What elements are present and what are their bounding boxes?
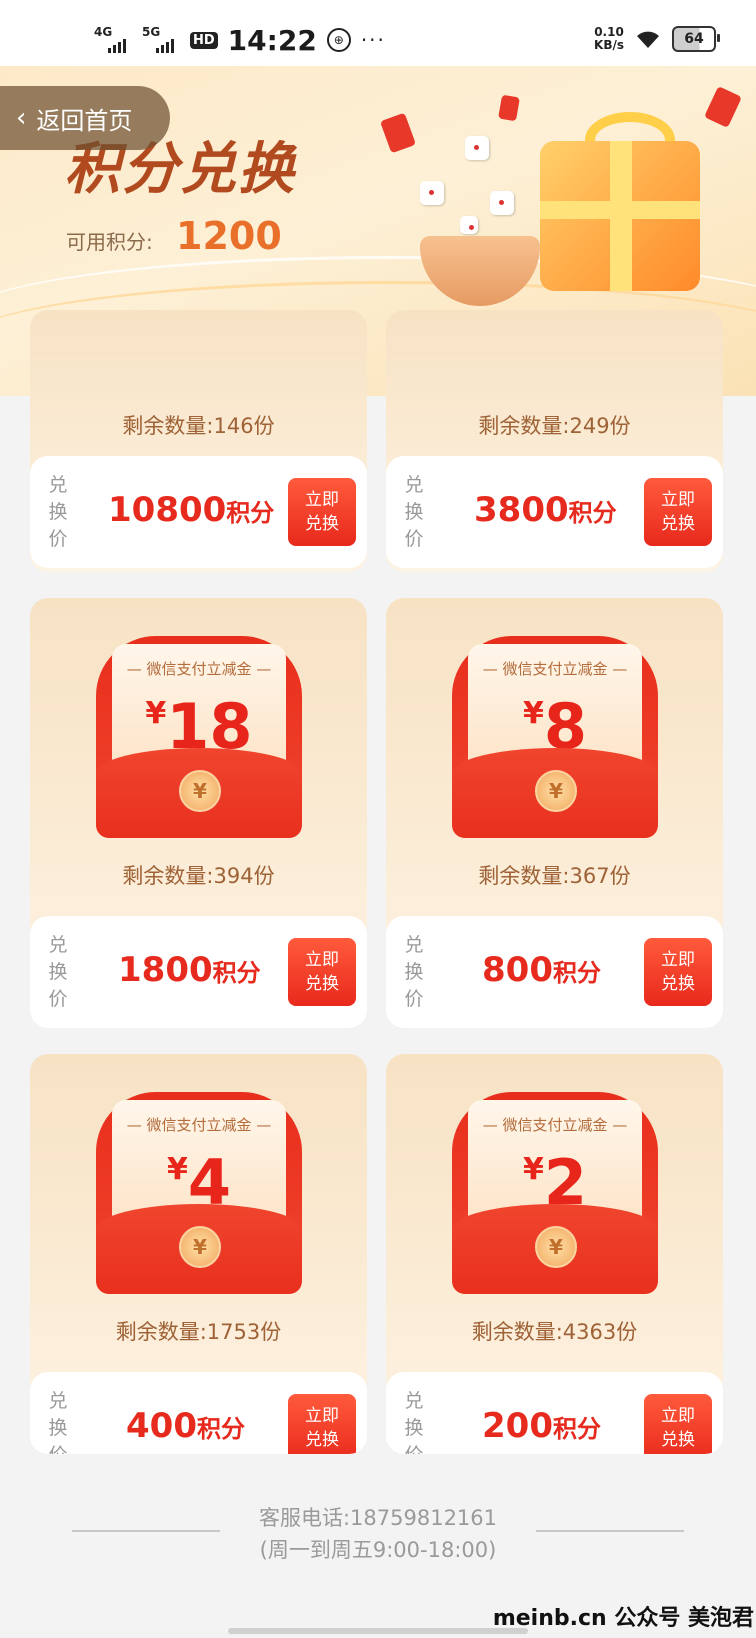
- price-value: 400积分: [126, 1406, 245, 1446]
- signal-5g-icon: 5G: [142, 25, 180, 55]
- price-row: 兑换价 10800积分 立即兑换: [30, 456, 367, 568]
- status-right: 0.10 KB/s 64: [594, 25, 720, 52]
- coupon-title: — 微信支付立减金 —: [126, 660, 272, 678]
- yen-coin-icon: ¥: [535, 770, 577, 812]
- redeem-button[interactable]: 立即兑换: [644, 938, 712, 1006]
- dice-icon: [490, 191, 514, 215]
- reward-card: — 微信支付立减金 — ¥18 ¥ 剩余数量:394份 兑换价 1800积分 立…: [30, 598, 367, 1028]
- coupon-title: — 微信支付立减金 —: [482, 1116, 628, 1134]
- redeem-button[interactable]: 立即兑换: [644, 478, 712, 546]
- reward-card: — 微信支付立减金 — ¥4 ¥ 剩余数量:1753份 兑换价 400积分 立即…: [30, 1054, 367, 1454]
- points-label: 可用积分:: [66, 230, 153, 254]
- redeem-button[interactable]: 立即兑换: [288, 478, 356, 546]
- stock-remaining: 剩余数量:4363份: [471, 1320, 638, 1344]
- gift-ribbon: [540, 201, 700, 219]
- dice-icon: [460, 216, 478, 234]
- chevron-left-icon: ‹: [16, 103, 27, 133]
- stock-remaining: 剩余数量:146份: [122, 414, 275, 438]
- stock-remaining: 剩余数量:1753份: [115, 1320, 282, 1344]
- price-label: 兑换价: [48, 474, 68, 550]
- reward-card: — 微信支付立减金 — ¥8 ¥ 剩余数量:367份 兑换价 800积分 立即兑…: [386, 598, 723, 1028]
- stock-remaining: 剩余数量:249份: [478, 414, 631, 438]
- coupon-title: — 微信支付立减金 —: [482, 660, 628, 678]
- notification-icon: ⊕: [326, 28, 351, 52]
- red-envelope-decoration-icon: [498, 94, 520, 122]
- price-label: 兑换价: [404, 1390, 424, 1454]
- network-speed: 0.10 KB/s: [594, 25, 624, 52]
- price-label: 兑换价: [48, 1390, 68, 1454]
- redeem-button[interactable]: 立即兑换: [288, 938, 356, 1006]
- back-home-label: 返回首页: [36, 106, 133, 135]
- status-left: 4G 5G HD 14:22 ⊕ ···: [94, 22, 386, 58]
- price-row: 兑换价 200积分 立即兑换: [386, 1372, 723, 1454]
- coupon-title: — 微信支付立减金 —: [126, 1116, 272, 1134]
- yen-coin-icon: ¥: [535, 1226, 577, 1268]
- customer-service-phone[interactable]: 客服电话:18759812161: [0, 1502, 756, 1532]
- battery-icon: 64: [672, 26, 720, 52]
- redeem-button[interactable]: 立即兑换: [288, 1394, 356, 1454]
- dice-icon: [420, 181, 444, 205]
- signal-4g-icon: 4G: [94, 25, 132, 55]
- redeem-button[interactable]: 立即兑换: [644, 1394, 712, 1454]
- price-row: 兑换价 800积分 立即兑换: [386, 916, 723, 1028]
- clock: 14:22: [227, 23, 317, 57]
- price-value: 200积分: [482, 1406, 601, 1446]
- price-value: 800积分: [482, 950, 601, 990]
- status-bar: 4G 5G HD 14:22 ⊕ ··· 0.10 KB/s 64: [0, 0, 756, 66]
- red-envelope-decoration-icon: [704, 86, 742, 128]
- reward-card: 剩余数量:249份 兑换价 3800积分 立即兑换: [386, 310, 723, 572]
- dice-icon: [465, 136, 489, 160]
- more-notifications-icon: ···: [360, 28, 386, 52]
- yen-coin-icon: ¥: [179, 1226, 221, 1268]
- watermark: meinb.cn 公众号 美泡君: [492, 1606, 754, 1631]
- home-indicator[interactable]: [228, 1628, 528, 1634]
- price-row: 兑换价 3800积分 立即兑换: [386, 456, 723, 568]
- stock-remaining: 剩余数量:367份: [478, 864, 631, 888]
- red-envelope-decoration-icon: [379, 112, 417, 154]
- back-home-button[interactable]: ‹ 返回首页: [0, 86, 170, 150]
- points-value: 1200: [176, 214, 282, 258]
- price-label: 兑换价: [48, 934, 68, 1010]
- price-row: 兑换价 400积分 立即兑换: [30, 1372, 367, 1454]
- service-hours: (周一到周五9:00-18:00): [259, 1538, 497, 1562]
- price-value: 10800积分: [108, 490, 275, 530]
- price-value: 1800积分: [118, 950, 261, 990]
- price-value: 3800积分: [474, 490, 617, 530]
- price-row: 兑换价 1800积分 立即兑换: [30, 916, 367, 1028]
- yen-coin-icon: ¥: [179, 770, 221, 812]
- reward-card: 剩余数量:146份 兑换价 10800积分 立即兑换: [30, 310, 367, 572]
- price-label: 兑换价: [404, 474, 424, 550]
- price-label: 兑换价: [404, 934, 424, 1010]
- wifi-icon: [637, 31, 659, 48]
- hd-voice-icon: HD: [190, 31, 218, 49]
- stock-remaining: 剩余数量:394份: [122, 864, 275, 888]
- reward-card: — 微信支付立减金 — ¥2 ¥ 剩余数量:4363份 兑换价 200积分 立即…: [386, 1054, 723, 1454]
